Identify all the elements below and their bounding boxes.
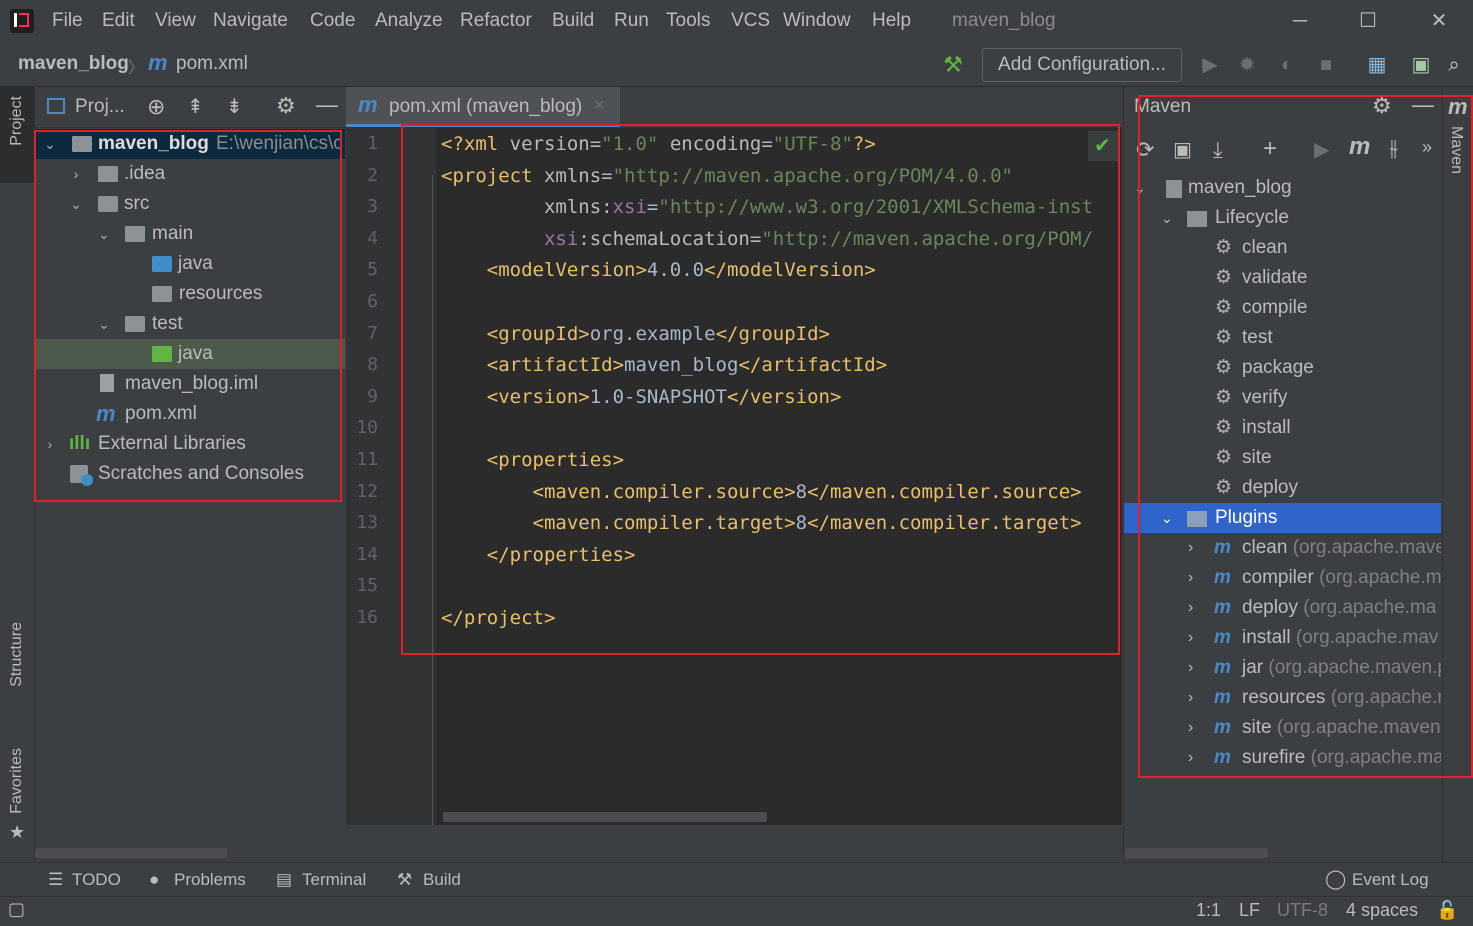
line-number: 11 <box>356 449 378 470</box>
maven-hscrollbar[interactable] <box>1125 848 1268 858</box>
run-anything-icon[interactable]: ▣ <box>1408 52 1434 78</box>
caret-position[interactable]: 1:1 <box>1196 900 1221 921</box>
structure-tool-tab[interactable]: Structure <box>8 622 26 687</box>
maven-file-icon: m <box>358 92 378 117</box>
project-hscrollbar[interactable] <box>35 848 227 858</box>
todo-tool-button[interactable]: TODO <box>72 870 121 890</box>
terminal-icon: ▤ <box>276 870 293 889</box>
maximize-button[interactable]: ☐ <box>1348 6 1388 36</box>
menu-tools[interactable]: Tools <box>666 10 710 32</box>
line-number: 13 <box>356 512 378 534</box>
menu-file[interactable]: File <box>52 10 83 32</box>
annotation-box-maven <box>1138 95 1473 778</box>
expand-all-icon[interactable]: ⇞ <box>187 94 204 119</box>
breadcrumb-project[interactable]: maven_blog <box>18 53 129 75</box>
menu-refactor[interactable]: Refactor <box>460 10 532 32</box>
build-tool-button[interactable]: Build <box>423 870 461 890</box>
project-tool-tab[interactable]: Project <box>8 96 26 146</box>
file-encoding[interactable]: UTF-8 <box>1277 900 1328 921</box>
left-tool-stripe <box>0 87 35 862</box>
line-number: 1 <box>367 133 378 154</box>
indent-setting[interactable]: 4 spaces <box>1346 900 1418 921</box>
close-button[interactable]: ✕ <box>1419 6 1459 36</box>
annotation-box-code <box>401 124 1120 655</box>
coverage-icon[interactable]: ◐ <box>1274 52 1300 78</box>
window-title: maven_blog <box>952 10 1056 31</box>
line-number: 5 <box>367 259 378 281</box>
breadcrumb-separator: 〉 <box>128 60 145 77</box>
collapse-all-icon[interactable]: ⇟ <box>226 94 243 119</box>
line-number: 12 <box>356 480 378 502</box>
build-hammer-icon: ⚒ <box>397 870 413 889</box>
menu-code[interactable]: Code <box>310 10 355 32</box>
menu-navigate[interactable]: Navigate <box>213 10 288 32</box>
minimize-button[interactable]: ─ <box>1280 6 1320 36</box>
menu-help[interactable]: Help <box>872 10 911 32</box>
event-log-button[interactable]: Event Log <box>1352 870 1429 890</box>
menu-view[interactable]: View <box>155 10 196 32</box>
app-logo-icon <box>10 9 34 33</box>
lock-icon[interactable]: 🔓 <box>1436 900 1458 921</box>
maven-file-icon: m <box>148 50 168 75</box>
add-configuration-button[interactable]: Add Configuration... <box>982 48 1182 82</box>
editor-hscrollbar[interactable] <box>443 812 767 822</box>
menu-window[interactable]: Window <box>783 10 851 32</box>
breadcrumb-file[interactable]: pom.xml <box>176 53 248 75</box>
line-number: 9 <box>367 385 378 407</box>
menu-vcs[interactable]: VCS <box>731 10 770 32</box>
line-separator[interactable]: LF <box>1239 900 1260 921</box>
line-number: 2 <box>367 164 378 186</box>
line-number: 8 <box>367 354 378 376</box>
problems-info-icon: ● <box>149 870 160 889</box>
search-icon[interactable]: ⌕ <box>1441 52 1467 78</box>
run-icon[interactable]: ▶ <box>1197 52 1223 78</box>
menu-analyze[interactable]: Analyze <box>375 10 443 32</box>
menu-bar: File Edit View Navigate Code Analyze Ref… <box>0 0 1473 42</box>
line-number: 10 <box>356 417 378 439</box>
line-number: 4 <box>367 227 378 249</box>
favorites-star-icon: ★ <box>9 822 26 842</box>
build-hammer-icon[interactable]: ⚒ <box>940 52 966 78</box>
project-view-icon <box>47 98 65 114</box>
stop-icon[interactable]: ■ <box>1313 52 1339 78</box>
menu-edit[interactable]: Edit <box>102 10 135 32</box>
problems-tool-button[interactable]: Problems <box>174 870 246 890</box>
debug-icon[interactable]: ✹ <box>1234 52 1260 78</box>
settings-gear-icon[interactable]: ⚙ <box>276 93 296 119</box>
menu-run[interactable]: Run <box>614 10 649 32</box>
line-number: 6 <box>367 291 378 312</box>
locate-target-icon[interactable]: ⊕ <box>147 94 165 120</box>
layout-toggle-icon[interactable]: ▢ <box>8 899 25 920</box>
tab-pom-xml[interactable]: m pom.xml (maven_blog) × <box>346 87 620 127</box>
menu-build[interactable]: Build <box>552 10 594 32</box>
hide-panel-icon[interactable]: — <box>316 92 338 118</box>
terminal-tool-button[interactable]: Terminal <box>302 870 366 890</box>
annotation-box-project-tree <box>34 130 342 502</box>
tab-label: pom.xml (maven_blog) <box>389 96 583 117</box>
editor-bottom-area <box>346 825 1122 862</box>
project-view-selector[interactable]: Proj... <box>75 96 125 118</box>
event-log-icon: ◯ <box>1325 869 1347 890</box>
line-number: 3 <box>367 196 378 218</box>
line-number: 14 <box>356 543 378 565</box>
tab-close-icon[interactable]: × <box>594 95 605 116</box>
line-number: 16 <box>356 607 378 628</box>
favorites-tool-tab[interactable]: Favorites <box>8 748 26 814</box>
line-number: 7 <box>367 322 378 344</box>
project-structure-icon[interactable]: ▦ <box>1364 52 1390 78</box>
todo-list-icon: ☰ <box>48 870 64 889</box>
line-number: 15 <box>356 575 378 597</box>
